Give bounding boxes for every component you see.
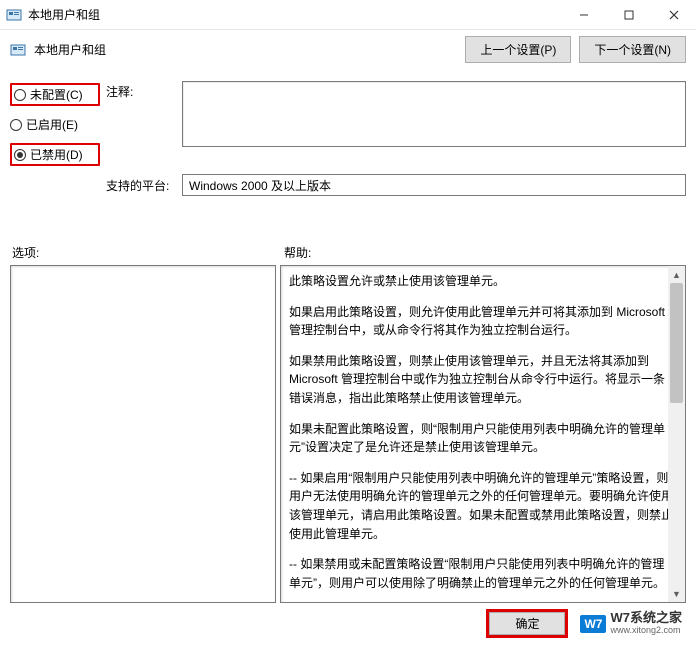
- watermark-text: W7系统之家: [610, 611, 682, 625]
- minimize-button[interactable]: [561, 0, 606, 29]
- config-grid: 未配置(C) 已启用(E) 已禁用(D) 注释:: [10, 81, 686, 166]
- window-title: 本地用户和组: [28, 6, 561, 23]
- platform-label: 支持的平台:: [106, 177, 176, 194]
- maximize-button[interactable]: [606, 0, 651, 29]
- policy-title: 本地用户和组: [34, 41, 465, 58]
- scroll-thumb[interactable]: [670, 283, 683, 403]
- content-area: 本地用户和组 上一个设置(P) 下一个设置(N) 未配置(C) 已启用(E) 已…: [0, 30, 696, 603]
- nav-buttons: 上一个设置(P) 下一个设置(N): [465, 36, 686, 63]
- watermark-url: www.xitong2.com: [610, 626, 682, 636]
- radio-icon: [14, 89, 26, 101]
- help-paragraph: 如果禁用此策略设置，则禁止使用该管理单元，并且无法将其添加到 Microsoft…: [289, 352, 675, 408]
- radio-disabled[interactable]: 已禁用(D): [10, 143, 100, 166]
- options-label: 选项:: [12, 244, 284, 261]
- radio-group: 未配置(C) 已启用(E) 已禁用(D): [10, 81, 100, 166]
- options-pane: [10, 265, 276, 603]
- radio-label: 已启用(E): [26, 116, 78, 133]
- platform-value-box: Windows 2000 及以上版本: [182, 174, 686, 196]
- app-icon: [6, 7, 22, 23]
- close-button[interactable]: [651, 0, 696, 29]
- help-paragraph: 如果启用此策略设置，则允许使用此管理单元并可将其添加到 Microsoft 管理…: [289, 303, 675, 340]
- platform-row: 支持的平台: Windows 2000 及以上版本: [10, 174, 686, 196]
- radio-icon: [14, 149, 26, 161]
- scroll-up-icon[interactable]: ▲: [668, 266, 685, 283]
- watermark: W7 W7系统之家 www.xitong2.com: [580, 611, 682, 635]
- radio-not-configured[interactable]: 未配置(C): [10, 83, 100, 106]
- help-paragraph: 如果未配置此策略设置，则“限制用户只能使用列表中明确允许的管理单元”设置决定了是…: [289, 420, 675, 457]
- header-row: 本地用户和组 上一个设置(P) 下一个设置(N): [10, 36, 686, 63]
- help-text[interactable]: 此策略设置允许或禁止使用该管理单元。如果启用此策略设置，则允许使用此管理单元并可…: [281, 266, 685, 602]
- radio-label: 已禁用(D): [30, 146, 83, 163]
- panes: 此策略设置允许或禁止使用该管理单元。如果启用此策略设置，则允许使用此管理单元并可…: [10, 265, 686, 603]
- comment-textarea[interactable]: [182, 81, 686, 147]
- watermark-badge: W7: [580, 615, 606, 633]
- scroll-down-icon[interactable]: ▼: [668, 585, 685, 602]
- next-setting-button[interactable]: 下一个设置(N): [579, 36, 686, 63]
- window-controls: [561, 0, 696, 29]
- help-label: 帮助:: [284, 244, 311, 261]
- footer: 确定 W7 W7系统之家 www.xitong2.com: [486, 609, 682, 638]
- radio-icon: [10, 119, 22, 131]
- previous-setting-button[interactable]: 上一个设置(P): [465, 36, 571, 63]
- ok-button[interactable]: 确定: [486, 609, 568, 638]
- platform-value: Windows 2000 及以上版本: [189, 177, 331, 194]
- help-paragraph: 此策略设置允许或禁止使用该管理单元。: [289, 272, 675, 291]
- help-paragraph: -- 如果启用“限制用户只能使用列表中明确允许的管理单元”策略设置，则用户无法使…: [289, 469, 675, 543]
- scrollbar[interactable]: ▲ ▼: [668, 266, 685, 602]
- radio-label: 未配置(C): [30, 86, 83, 103]
- help-pane: 此策略设置允许或禁止使用该管理单元。如果启用此策略设置，则允许使用此管理单元并可…: [280, 265, 686, 603]
- radio-enabled[interactable]: 已启用(E): [10, 116, 100, 133]
- comment-label: 注释:: [106, 81, 176, 166]
- mid-labels: 选项: 帮助:: [10, 244, 686, 261]
- help-paragraph: -- 如果禁用或未配置策略设置“限制用户只能使用列表中明确允许的管理单元”，则用…: [289, 555, 675, 592]
- title-bar: 本地用户和组: [0, 0, 696, 30]
- policy-icon: [10, 42, 26, 58]
